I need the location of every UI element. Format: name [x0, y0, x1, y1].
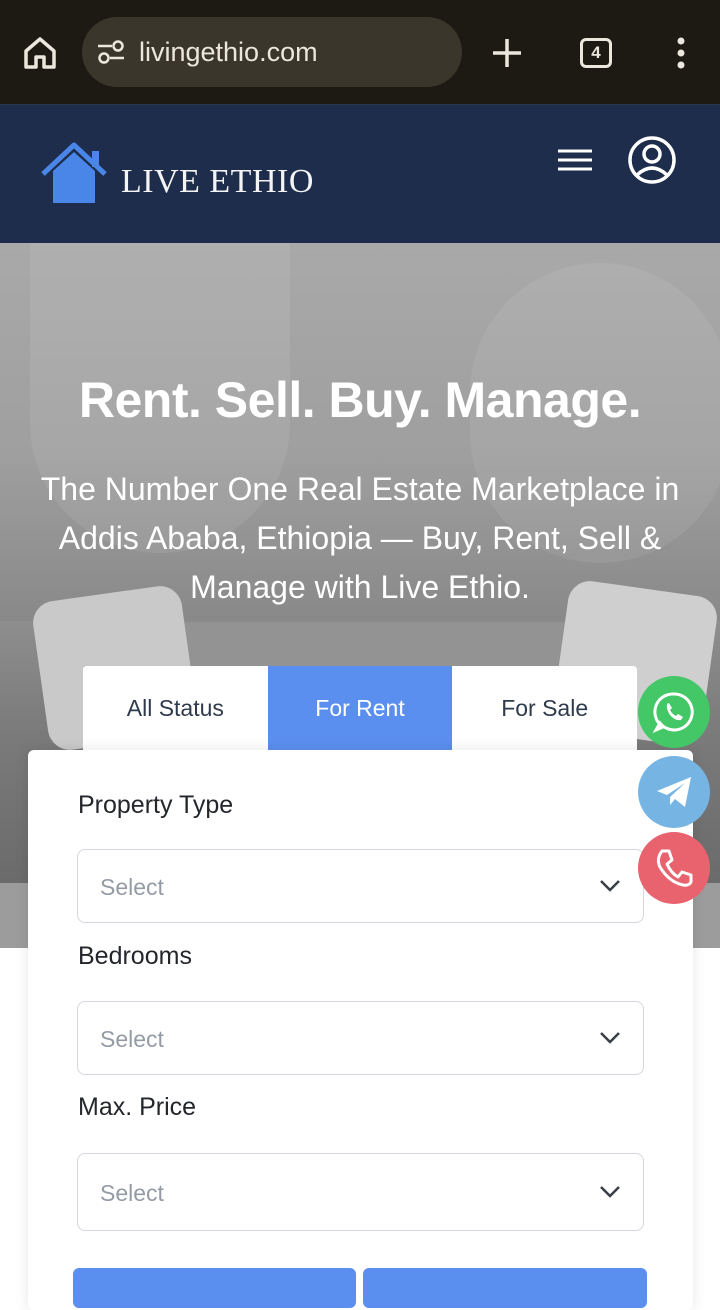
bedrooms-select[interactable]: Select — [77, 1001, 644, 1075]
property-type-label: Property Type — [78, 791, 234, 819]
tabs-icon[interactable]: 4 — [580, 38, 612, 68]
telegram-button[interactable] — [638, 756, 710, 828]
hero-subtitle: The Number One Real Estate Marketplace i… — [40, 471, 680, 605]
site-header: LIVE ETHIO — [0, 104, 720, 243]
search-form: Property Type Select Bedrooms Select Max… — [28, 750, 693, 1310]
tab-all-status[interactable]: All Status — [83, 666, 268, 750]
phone-icon — [656, 849, 693, 887]
hamburger-menu-icon[interactable] — [556, 145, 594, 175]
whatsapp-icon — [652, 692, 694, 734]
home-icon[interactable] — [20, 33, 60, 73]
phone-button[interactable] — [638, 832, 710, 904]
brand-name[interactable]: LIVE ETHIO — [121, 163, 314, 201]
select-value: Select — [100, 874, 164, 900]
telegram-icon — [657, 777, 691, 807]
house-logo-icon[interactable] — [40, 141, 108, 207]
advanced-button[interactable] — [363, 1268, 647, 1308]
more-vert-icon[interactable] — [670, 36, 692, 70]
select-value: Select — [100, 1180, 164, 1206]
status-tabs: All Status For Rent For Sale — [83, 666, 637, 750]
chevron-down-icon — [600, 880, 620, 892]
hero-title: Rent. Sell. Buy. Manage. — [78, 372, 642, 428]
max-price-select[interactable]: Select — [77, 1153, 644, 1231]
chevron-down-icon — [600, 1186, 620, 1198]
site-settings-icon[interactable] — [96, 39, 126, 65]
property-type-select[interactable]: Select — [77, 849, 644, 923]
select-value: Select — [100, 1026, 164, 1052]
search-button[interactable] — [73, 1268, 356, 1308]
browser-toolbar: livingethio.com 4 — [0, 0, 720, 104]
chevron-down-icon — [600, 1032, 620, 1044]
url-text[interactable]: livingethio.com — [139, 37, 318, 68]
address-bar[interactable]: livingethio.com — [82, 17, 462, 87]
account-circle-icon[interactable] — [627, 135, 677, 185]
whatsapp-button[interactable] — [638, 676, 710, 748]
max-price-label: Max. Price — [78, 1093, 197, 1121]
bedrooms-label: Bedrooms — [78, 942, 192, 970]
new-tab-icon[interactable] — [490, 36, 524, 70]
tab-for-rent[interactable]: For Rent — [267, 666, 453, 750]
tab-for-sale[interactable]: For Sale — [452, 666, 637, 750]
tab-count: 4 — [591, 43, 601, 62]
